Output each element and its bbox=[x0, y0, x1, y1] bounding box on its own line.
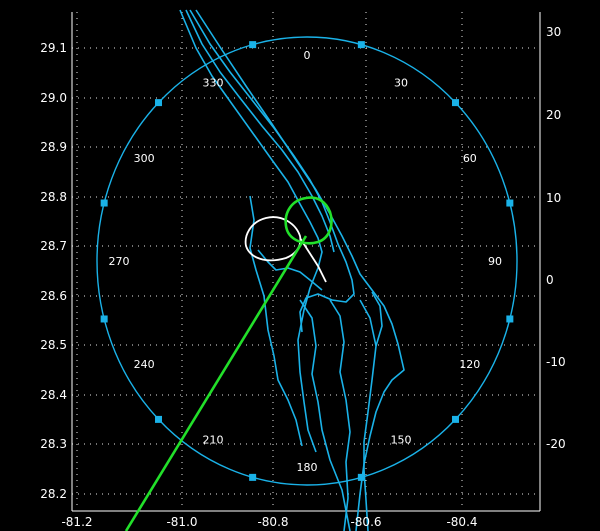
y-tick-label-left: 28.7 bbox=[40, 239, 67, 253]
range-ring-marker bbox=[100, 199, 108, 207]
azimuth-label: 0 bbox=[304, 49, 311, 62]
azimuth-label: 270 bbox=[109, 255, 130, 268]
azimuth-label: 30 bbox=[394, 77, 408, 90]
azimuth-label: 120 bbox=[459, 358, 480, 371]
range-ring-marker bbox=[100, 315, 108, 323]
azimuth-label: 330 bbox=[203, 77, 224, 90]
y-tick-label-right: 20 bbox=[546, 108, 561, 122]
x-tick-label: -80.4 bbox=[446, 515, 477, 529]
map-plot: -81.2 -81.0 -80.8 -80.6 -80.4 29.1 29.0 28.9 28… bbox=[0, 0, 600, 531]
y-tick-label-left: 29.0 bbox=[40, 91, 67, 105]
azimuth-label: 180 bbox=[297, 461, 318, 474]
range-ring-marker bbox=[249, 41, 257, 49]
range-ring-marker bbox=[155, 415, 163, 423]
x-tick-label: -80.8 bbox=[257, 515, 288, 529]
range-ring-marker bbox=[451, 99, 459, 107]
y-tick-label-left: 28.2 bbox=[40, 487, 67, 501]
range-ring-marker bbox=[249, 473, 257, 481]
x-tick-label: -80.6 bbox=[350, 515, 381, 529]
y-tick-label-left: 28.4 bbox=[40, 388, 67, 402]
y-tick-label-left: 28.6 bbox=[40, 289, 67, 303]
azimuth-label: 300 bbox=[134, 152, 155, 165]
range-ring-marker bbox=[357, 473, 365, 481]
y-tick-label-right: 0 bbox=[546, 273, 554, 287]
y-tick-label-left: 29.1 bbox=[40, 41, 67, 55]
y-tick-label-right: -10 bbox=[546, 355, 566, 369]
y-tick-label-left: 28.5 bbox=[40, 338, 67, 352]
azimuth-label: 150 bbox=[391, 433, 412, 446]
y-tick-label-right: 10 bbox=[546, 191, 561, 205]
plot-background bbox=[0, 0, 600, 531]
range-ring-marker bbox=[357, 41, 365, 49]
range-ring-marker bbox=[155, 99, 163, 107]
azimuth-label: 210 bbox=[203, 433, 224, 446]
range-ring-marker bbox=[451, 415, 459, 423]
y-tick-label-left: 28.8 bbox=[40, 190, 67, 204]
x-tick-label: -81.0 bbox=[166, 515, 197, 529]
azimuth-label: 90 bbox=[488, 255, 502, 268]
range-ring-marker bbox=[506, 199, 514, 207]
y-tick-label-right: 30 bbox=[546, 25, 561, 39]
y-tick-label-left: 28.9 bbox=[40, 140, 67, 154]
azimuth-label: 60 bbox=[463, 152, 477, 165]
y-tick-label-left: 28.3 bbox=[40, 437, 67, 451]
y-tick-label-right: -20 bbox=[546, 437, 566, 451]
range-ring-marker bbox=[506, 315, 514, 323]
azimuth-label: 240 bbox=[134, 358, 155, 371]
x-tick-label: -81.2 bbox=[61, 515, 92, 529]
